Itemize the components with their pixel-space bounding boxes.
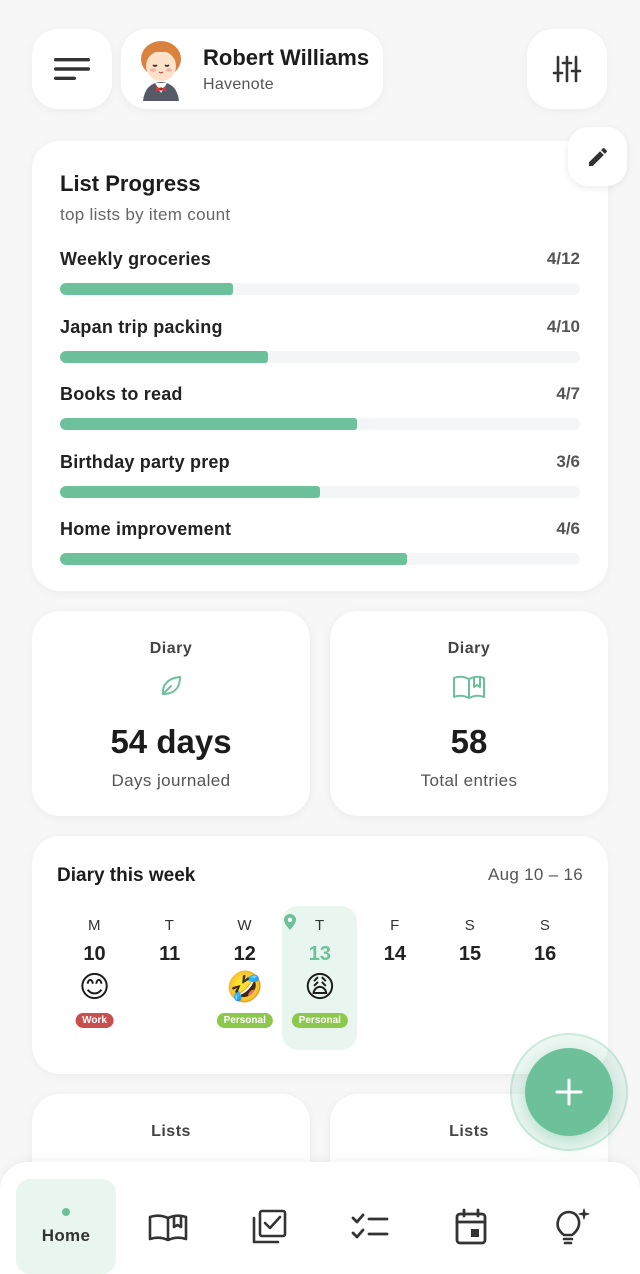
user-name: Robert Williams — [203, 44, 370, 70]
app-name: Havenote — [203, 75, 274, 93]
list-count: 4/6 — [556, 519, 580, 538]
day-letter: M — [88, 917, 102, 934]
category-tag: Personal — [216, 1013, 273, 1028]
nav-diary[interactable] — [118, 1179, 218, 1274]
day-letter: F — [390, 917, 400, 934]
active-indicator-dot — [62, 1207, 70, 1216]
progress-fill — [60, 553, 407, 565]
nav-ideas[interactable] — [522, 1179, 622, 1274]
week-days: M 10 😊 Work T 11 W 12 🤣 Personal T 13 😩 Personal F 14 S 1… — [57, 906, 583, 1056]
progress-track — [60, 553, 580, 565]
week-day-15[interactable]: S 15 — [432, 906, 507, 1056]
add-entry-button[interactable] — [525, 1048, 613, 1136]
day-letter: T — [314, 917, 325, 934]
progress-list: Weekly groceries 4/12 Japan trip packing 4/… — [60, 249, 580, 587]
day-number: 14 — [383, 943, 407, 965]
stat-label: Diary — [447, 640, 491, 657]
day-number: 16 — [533, 943, 557, 965]
progress-fill — [60, 350, 268, 363]
progress-track — [60, 350, 580, 363]
avatar — [141, 41, 181, 101]
day-number: 15 — [458, 943, 482, 965]
leaf-icon — [161, 676, 181, 695]
stat-label: Lists — [151, 1123, 191, 1140]
nav-lists[interactable] — [320, 1179, 420, 1274]
progress-fill — [60, 418, 357, 430]
week-day-11[interactable]: T 11 — [132, 906, 207, 1056]
checkbox-stack-icon — [252, 1209, 287, 1243]
list-name: Weekly groceries — [60, 249, 211, 269]
filter-settings-button[interactable] — [527, 29, 607, 109]
open-book-icon — [148, 1213, 188, 1241]
stat-label: Diary — [149, 640, 193, 657]
list-name: Japan trip packing — [60, 316, 223, 337]
week-range: Aug 10 – 16 — [488, 865, 583, 884]
pencil-icon — [588, 147, 607, 166]
list-progress-card[interactable]: List Progress top lists by item count We… — [32, 141, 608, 591]
category-tag: Personal — [291, 1013, 348, 1028]
list-progress-title: List Progress — [60, 171, 201, 196]
bottom-navigation: Home — [0, 1162, 640, 1274]
progress-list-item[interactable]: Japan trip packing 4/10 — [60, 317, 580, 385]
open-book-icon — [453, 675, 485, 699]
nav-tasks[interactable] — [219, 1179, 319, 1274]
list-name: Birthday party prep — [60, 451, 230, 472]
day-number: 13 — [308, 943, 331, 965]
day-number: 10 — [83, 943, 106, 965]
stat-value: 54 days — [110, 723, 232, 760]
nav-calendar[interactable] — [421, 1179, 521, 1274]
progress-list-item[interactable]: Birthday party prep 3/6 — [60, 452, 580, 520]
day-letter: S — [539, 917, 551, 934]
plus-icon — [555, 1078, 583, 1106]
list-progress-subtitle: top lists by item count — [60, 205, 231, 224]
progress-fill — [60, 283, 234, 295]
stat-caption: Total entries — [420, 771, 518, 790]
day-letter: S — [464, 917, 476, 934]
progress-track — [60, 418, 580, 430]
stat-caption: Days journaled — [111, 771, 231, 790]
week-day-14[interactable]: F 14 — [357, 906, 432, 1056]
day-number: 11 — [159, 943, 181, 965]
hamburger-menu-icon — [54, 58, 90, 80]
nav-home[interactable]: Home — [16, 1179, 116, 1274]
category-tag: Work — [75, 1013, 114, 1028]
calendar-icon — [455, 1208, 487, 1244]
week-day-12[interactable]: W 12 🤣 Personal — [207, 906, 282, 1056]
mood-emoji: 🤣 — [226, 970, 264, 1005]
sliders-icon — [552, 55, 582, 83]
list-name: Books to read — [60, 384, 183, 404]
menu-button[interactable] — [32, 29, 112, 109]
progress-list-item[interactable]: Books to read 4/7 — [60, 384, 580, 452]
edit-widgets-button[interactable] — [568, 127, 627, 186]
nav-home-label: Home — [41, 1225, 91, 1245]
stat-value: 58 — [450, 723, 488, 760]
list-count: 4/10 — [546, 316, 580, 336]
week-day-10[interactable]: M 10 😊 Work — [57, 906, 132, 1056]
lightbulb-sparkle-icon — [556, 1208, 590, 1244]
profile-card[interactable]: Robert Williams Havenote — [121, 29, 383, 109]
mood-emoji: 😩 — [304, 970, 336, 1005]
mood-emoji: 😊 — [78, 970, 111, 1005]
list-count: 3/6 — [556, 451, 580, 471]
day-number: 12 — [233, 943, 256, 965]
list-count: 4/7 — [556, 384, 580, 403]
days-journaled-card[interactable]: Diary 54 days Days journaled — [32, 611, 310, 816]
progress-track — [60, 283, 580, 295]
week-day-13[interactable]: T 13 😩 Personal — [282, 906, 358, 1050]
progress-list-item[interactable]: Home improvement 4/6 — [60, 519, 580, 587]
day-letter: T — [164, 917, 175, 934]
checklist-icon — [351, 1213, 389, 1238]
diary-week-card[interactable]: Diary this week Aug 10 – 16 M 10 😊 Work T 11 W… — [32, 836, 608, 1074]
list-name: Home improvement — [60, 519, 232, 539]
progress-fill — [60, 485, 320, 498]
total-entries-card[interactable]: Diary 58 Total entries — [330, 611, 608, 816]
list-count: 4/12 — [546, 249, 580, 268]
progress-list-item[interactable]: Weekly groceries 4/12 — [60, 249, 580, 317]
week-title: Diary this week — [57, 865, 196, 886]
day-letter: W — [237, 917, 253, 934]
progress-track — [60, 485, 580, 498]
